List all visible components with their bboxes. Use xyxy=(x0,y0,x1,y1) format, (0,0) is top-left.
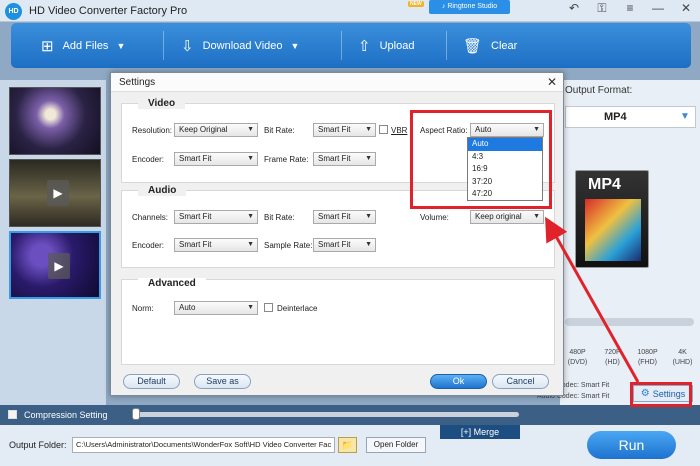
annotation-arrow xyxy=(545,216,640,383)
